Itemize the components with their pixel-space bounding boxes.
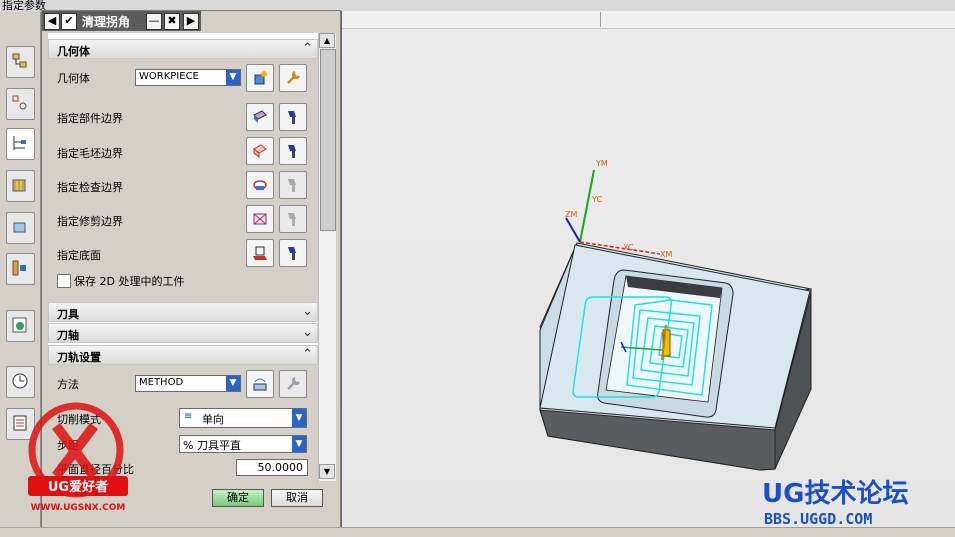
trim-boundary-icon[interactable] (246, 205, 274, 233)
web-browser-tab[interactable] (6, 310, 35, 342)
trim-boundary-flashlight-icon[interactable] (279, 205, 307, 233)
floor-plane-label: 指定底面 (57, 249, 101, 262)
dropdown-arrow-icon[interactable]: ▼ (226, 70, 240, 85)
scroll-up-icon[interactable]: ▲ (319, 33, 335, 48)
part-boundary-flashlight-icon[interactable] (279, 103, 307, 131)
zm-label: ZM (565, 210, 577, 219)
save-2d-label: 保存 2D 处理中的工件 (74, 275, 185, 288)
chevron-down-icon[interactable]: ⌄ (302, 304, 313, 319)
check-boundary-flashlight-icon[interactable] (279, 171, 307, 199)
dialog-title: 清理拐角 (82, 15, 131, 29)
section-path-settings[interactable]: 刀轨设置 ⌃ (48, 345, 318, 365)
blank-boundary-flashlight-icon[interactable] (279, 137, 307, 165)
watermark-right-url: BBS.UGGD.COM (764, 510, 872, 528)
floor-plane-flashlight-icon[interactable] (279, 239, 307, 267)
watermark-right-brand: UG技术论坛 (762, 479, 908, 509)
stepover-select[interactable]: % 刀具平直 ▼ (179, 435, 307, 453)
part-boundary-icon[interactable] (246, 103, 274, 131)
geometry-body: 几何体 WORKPIECE ▼ 指定部件边界 指定毛坯边界 指定检查边界 指定修… (48, 59, 318, 302)
edit-method-wrench-icon[interactable] (279, 370, 307, 398)
assembly-navigator-tab[interactable] (6, 46, 35, 78)
new-geometry-button[interactable] (246, 64, 274, 92)
back-arrow-icon[interactable]: ◀ (44, 13, 60, 30)
scroll-thumb[interactable] (320, 49, 336, 231)
geometry-select[interactable]: WORKPIECE ▼ (135, 69, 241, 86)
stepover-value: % 刀具平直 (183, 439, 241, 452)
xc-label: XC (623, 243, 634, 252)
dropdown-arrow-icon[interactable]: ▼ (226, 376, 240, 391)
save-2d-checkbox[interactable] (57, 274, 71, 288)
dropdown-arrow-icon[interactable]: ▼ (292, 409, 306, 427)
flat-diameter-input[interactable]: 50.0000 (236, 459, 308, 476)
cancel-button[interactable]: 取消 (271, 489, 323, 507)
blank-boundary-icon[interactable] (246, 137, 274, 165)
section-tool-axis[interactable]: 刀轴 ⌄ (48, 323, 318, 343)
dialog-titlebar: ◀ ✔ 清理拐角 — ✖ ▶ (42, 11, 201, 31)
yc-label: YC (591, 195, 602, 204)
trim-boundary-label: 指定修剪边界 (57, 215, 123, 228)
xm-label: XM (660, 250, 672, 259)
history-tab[interactable] (6, 366, 35, 398)
new-method-button[interactable] (246, 370, 274, 398)
method-select-value: METHOD (139, 377, 184, 388)
close-icon[interactable]: ✖ (164, 13, 180, 30)
operation-icon: ✔ (61, 13, 77, 30)
watermark-left-url: WWW.UGSNX.COM (31, 503, 126, 513)
blank-boundary-label: 指定毛坯边界 (57, 147, 123, 160)
forward-arrow-icon[interactable]: ▶ (183, 13, 199, 30)
section-geometry[interactable]: 几何体 ⌃ (48, 39, 318, 59)
section-tool[interactable]: 刀具 ⌄ (48, 302, 318, 322)
part-navigator-tab[interactable] (6, 212, 35, 244)
check-boundary-icon[interactable] (246, 171, 274, 199)
chevron-up-icon[interactable]: ⌃ (302, 41, 313, 56)
zig-icon: ≡ (184, 411, 193, 422)
cut-pattern-select[interactable]: ≡ 单向 ▼ (179, 408, 307, 428)
geometry-label: 几何体 (57, 72, 90, 85)
method-label: 方法 (57, 378, 79, 391)
section-tool-axis-title: 刀轴 (57, 329, 79, 342)
operation-navigator-tab[interactable] (6, 128, 35, 160)
wcs-axes (565, 169, 661, 255)
chevron-down-icon[interactable]: ⌄ (302, 325, 313, 340)
section-geometry-title: 几何体 (57, 45, 90, 58)
ug-enthusiast-watermark: UG爱好者 WWW.UGSNX.COM (28, 402, 128, 513)
floor-plane-icon[interactable] (246, 239, 274, 267)
constraint-navigator-tab[interactable] (6, 88, 35, 120)
ok-button[interactable]: 确定 (212, 489, 264, 507)
method-select[interactable]: METHOD ▼ (135, 375, 241, 392)
minimize-icon[interactable]: — (146, 13, 162, 30)
section-tool-title: 刀具 (57, 308, 79, 321)
panel-scrollbar[interactable]: ▲ ▼ (318, 33, 336, 481)
check-boundary-label: 指定检查边界 (57, 181, 123, 194)
reuse-library-tab[interactable] (6, 253, 35, 285)
part-boundary-label: 指定部件边界 (57, 112, 123, 125)
machine-tool-navigator-tab[interactable] (6, 170, 35, 202)
dropdown-arrow-icon[interactable]: ▼ (292, 436, 306, 452)
section-path-settings-title: 刀轨设置 (57, 351, 101, 364)
chevron-up-icon[interactable]: ⌃ (302, 347, 313, 362)
cut-pattern-value: 单向 (202, 413, 224, 426)
geometry-select-value: WORKPIECE (139, 71, 199, 82)
edit-geometry-wrench-icon[interactable] (279, 64, 307, 92)
uggd-forum-watermark: UG技术论坛 BBS.UGGD.COM (762, 479, 908, 528)
watermark-left-badge: UG爱好者 (48, 479, 108, 495)
scroll-down-icon[interactable]: ▼ (319, 464, 335, 479)
ym-label: YM (595, 159, 608, 168)
